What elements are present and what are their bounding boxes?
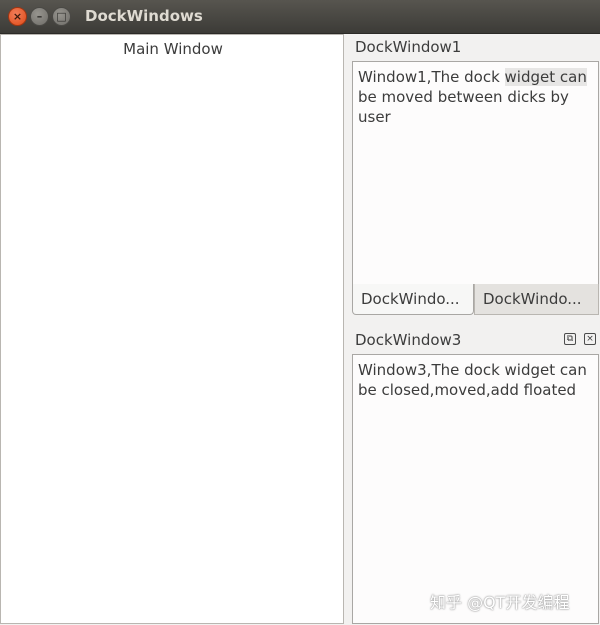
close-icon[interactable]: × bbox=[584, 333, 596, 345]
title-bar: × – □ DockWindows bbox=[0, 0, 600, 34]
dock1-text-end: be moved between dicks by user bbox=[358, 88, 569, 126]
dock3-text: Window3,The dock widget can be closed,mo… bbox=[358, 361, 587, 399]
dock1-text: Window1,The dock widget can be moved bet… bbox=[358, 67, 594, 127]
window-title: DockWindows bbox=[85, 7, 203, 25]
float-icon[interactable]: ⧉ bbox=[564, 333, 576, 345]
watermark: 知乎 @QT开发编程 bbox=[430, 593, 570, 612]
app-window: × – □ DockWindows Main Window DockWindow… bbox=[0, 0, 600, 625]
dock1-content[interactable]: Window1,The dock widget can be moved bet… bbox=[352, 61, 599, 285]
central-label: Main Window bbox=[123, 40, 223, 58]
tab-dockwindow2[interactable]: DockWindo... bbox=[474, 284, 599, 315]
central-widget: Main Window bbox=[0, 34, 344, 624]
tab-dockwindow1[interactable]: DockWindo... bbox=[352, 284, 474, 315]
dock1-text-selection: widget can bbox=[504, 68, 587, 86]
minimize-window-button[interactable]: – bbox=[30, 7, 49, 26]
close-window-button[interactable]: × bbox=[8, 7, 27, 26]
dock1-title[interactable]: DockWindow1 bbox=[355, 38, 461, 56]
dock3-title[interactable]: DockWindow3 bbox=[355, 331, 461, 349]
dock1-text-start: Window1,The dock bbox=[358, 68, 505, 86]
maximize-window-button[interactable]: □ bbox=[52, 7, 71, 26]
dock3-content[interactable]: Window3,The dock widget can be closed,mo… bbox=[352, 354, 599, 624]
